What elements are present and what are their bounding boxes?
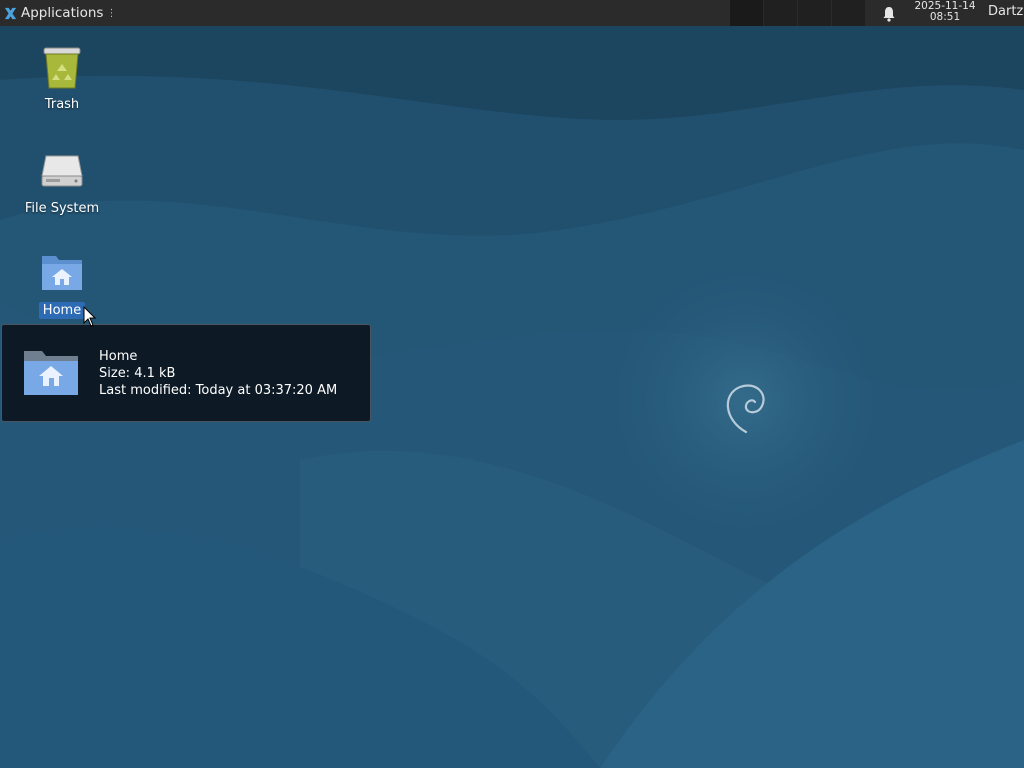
applications-menu-label: Applications — [21, 5, 104, 21]
tooltip-last-modified: Last modified: Today at 03:37:20 AM — [99, 383, 338, 398]
workspace-switcher — [730, 0, 866, 26]
panel-grip-icon: ⋮ — [106, 7, 117, 19]
home-folder-icon — [24, 351, 78, 395]
tooltip-file-size: Size: 4.1 kB — [99, 366, 176, 381]
mouse-pointer-icon — [83, 306, 97, 327]
clock-time: 08:51 — [929, 11, 961, 23]
workspace-1[interactable] — [730, 0, 764, 26]
desktop-icon-label: File System — [24, 201, 100, 216]
workspace-4[interactable] — [832, 0, 866, 26]
desktop-icon-label: Trash — [44, 97, 80, 112]
panel-clock[interactable]: 2025-11-14 08:51 — [906, 1, 984, 23]
desktop-icon-label: Home — [38, 302, 86, 319]
user-menu-button[interactable]: Dartz — [988, 4, 1023, 19]
desktop-icon-trash[interactable]: Trash — [12, 44, 112, 113]
tooltip-file-name: Home — [99, 349, 138, 364]
top-panel: Applications ⋮ 2025-11-14 08:51 Dartz — [0, 0, 1024, 26]
home-folder-icon — [42, 256, 82, 290]
applications-menu-button[interactable]: Applications ⋮ — [0, 0, 120, 26]
notification-bell-icon[interactable] — [880, 5, 898, 23]
drive-icon — [41, 155, 83, 187]
trash-icon — [43, 47, 81, 89]
workspace-2[interactable] — [764, 0, 798, 26]
desktop-icon-file-system[interactable]: File System — [12, 148, 112, 217]
xfce-mouse-icon — [4, 7, 17, 19]
file-info-tooltip: Home Size: 4.1 kB Last modified: Today a… — [1, 324, 371, 422]
workspace-3[interactable] — [798, 0, 832, 26]
desktop-icon-home[interactable]: Home — [12, 250, 112, 319]
